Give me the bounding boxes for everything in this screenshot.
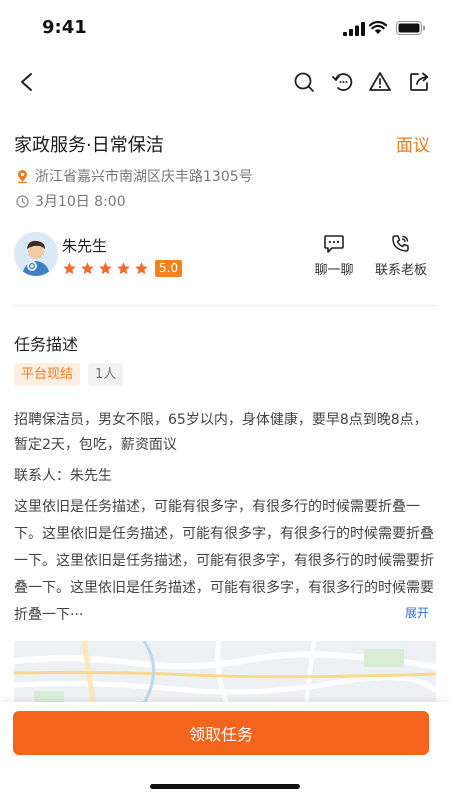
claim-task-button[interactable]: 领取任务 (13, 711, 429, 755)
job-title: 家政服务·日常保洁 (14, 135, 164, 156)
rating-stars: 5.0 (62, 260, 183, 277)
bottom-bar: 领取任务 (0, 702, 450, 800)
payment-tag: 平台现结 (14, 363, 81, 386)
address-row: 浙江省嘉兴市南湖区庆丰路1305号 (16, 166, 253, 186)
job-address: 浙江省嘉兴市南湖区庆丰路1305号 (35, 169, 253, 185)
clock-icon (16, 194, 29, 208)
publisher-name: 朱先生 (62, 237, 108, 255)
tag-list: 平台现结 1人 (14, 363, 124, 386)
divider (14, 305, 436, 306)
search-icon[interactable] (290, 68, 318, 96)
battery-icon (396, 21, 425, 35)
nav-bar (0, 60, 450, 104)
star-list (62, 261, 149, 276)
headcount-tag: 1人 (88, 363, 124, 386)
star-icon (117, 262, 130, 275)
share-icon[interactable] (405, 68, 433, 96)
job-time: 3月10日 8:00 (35, 194, 126, 210)
avatar[interactable] (14, 232, 58, 276)
star-icon (63, 262, 76, 275)
job-price: 面议 (396, 136, 430, 156)
chat-label: 聊一聊 (314, 263, 354, 278)
contact-label: 联系老板 (374, 263, 427, 278)
home-indicator[interactable] (150, 784, 300, 789)
signal-icon (343, 22, 365, 36)
back-arrow-icon[interactable] (14, 68, 42, 96)
expand-link[interactable]: 展开 (405, 604, 429, 621)
chat-bubble-icon (324, 235, 344, 253)
star-icon (99, 262, 112, 275)
contact-boss-button[interactable]: 联系老板 (371, 232, 431, 278)
publisher-card: 朱先生 5.0 聊一聊 联系老板 (14, 232, 436, 286)
location-pin-icon (18, 170, 27, 183)
task-detail: 这里依旧是任务描述，可能有很多字，有很多行的时候需要折叠一下。这里依旧是任务描述… (14, 499, 434, 623)
status-bar: 9:41 (0, 0, 450, 56)
status-time: 9:41 (42, 17, 87, 38)
warning-icon[interactable] (366, 68, 394, 96)
chat-button[interactable]: 聊一聊 (304, 232, 364, 278)
refresh-icon[interactable] (329, 68, 357, 96)
wifi-icon (369, 21, 387, 34)
contact-person: 联系人：朱先生 (14, 468, 112, 484)
star-icon (135, 262, 148, 275)
map-preview[interactable] (14, 641, 436, 707)
rating-badge: 5.0 (155, 260, 183, 277)
time-row: 3月10日 8:00 (16, 191, 126, 211)
star-icon (81, 262, 94, 275)
task-summary: 招聘保洁员，男女不限，65岁以内，身体健康，要早8点到晚8点，暂定2天，包吃，薪… (14, 412, 428, 453)
section-title: 任务描述 (14, 335, 79, 354)
phone-icon (392, 235, 409, 252)
